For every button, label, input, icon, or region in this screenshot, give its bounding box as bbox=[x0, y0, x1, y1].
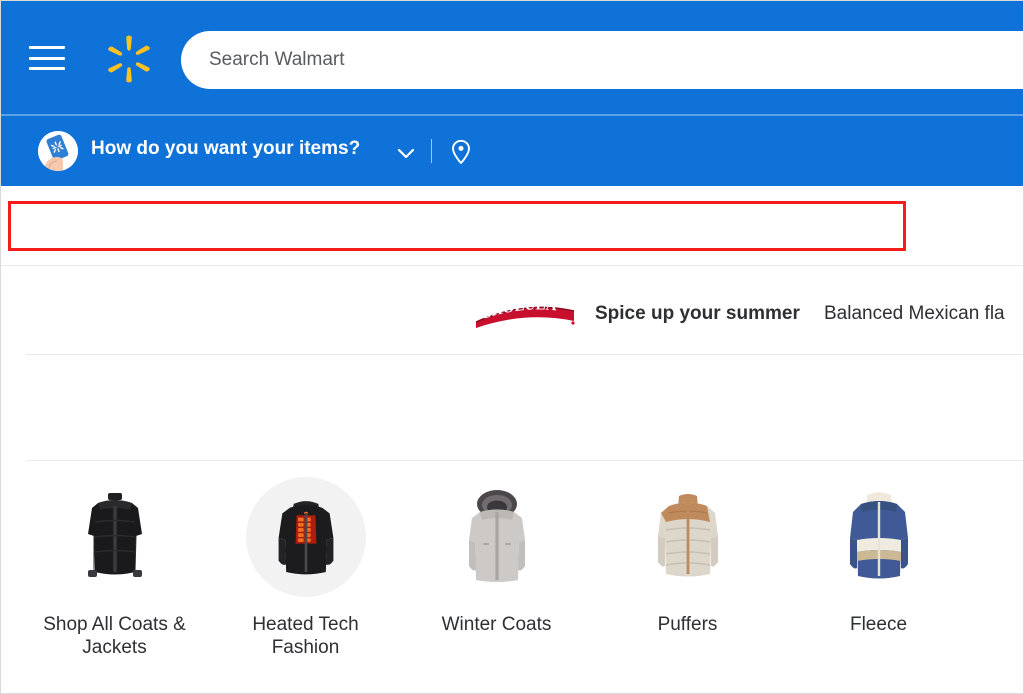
hamburger-bar bbox=[29, 67, 65, 70]
search-bar[interactable] bbox=[181, 31, 1024, 89]
chevron-down-icon[interactable] bbox=[394, 141, 418, 165]
header-pipe-divider bbox=[431, 139, 432, 163]
category-tile-heated-tech-fashion[interactable]: Heated Tech Fashion bbox=[210, 477, 401, 659]
fulfillment-label[interactable]: How do you want your items? bbox=[91, 138, 360, 160]
category-tile-label: Winter Coats bbox=[442, 613, 552, 636]
ad-headline: Spice up your summer bbox=[595, 303, 800, 325]
category-tile-label: Heated Tech Fashion bbox=[218, 613, 393, 659]
filter-bar: Brand In-store bbox=[1, 355, 1024, 461]
category-tile-winter-coats[interactable]: Winter Coats bbox=[401, 477, 592, 659]
hamburger-bar bbox=[29, 46, 65, 49]
category-tile-label: Puffers bbox=[658, 613, 718, 636]
search-input[interactable] bbox=[209, 31, 909, 89]
location-pin-icon[interactable] bbox=[449, 139, 473, 165]
category-tiles-row: Shop All Coats & Jackets bbox=[19, 477, 1024, 659]
site-header bbox=[1, 1, 1024, 114]
ad-subtext: Balanced Mexican fla bbox=[824, 303, 1005, 325]
category-tile-label: Fleece bbox=[850, 613, 907, 636]
walmart-spark-icon[interactable] bbox=[103, 33, 155, 85]
category-tile-shop-all-coats[interactable]: Shop All Coats & Jackets bbox=[19, 477, 210, 659]
tan-cream-puffer-jacket-image bbox=[628, 477, 748, 597]
category-tile-fleece[interactable]: Fleece bbox=[783, 477, 974, 659]
hamburger-menu-icon[interactable] bbox=[29, 43, 65, 73]
breadcrumb-zone: Clothing / Womens Clothing / Womens Coat… bbox=[1, 187, 1024, 265]
blue-cream-fleece-hoodie-image bbox=[819, 477, 939, 597]
category-tile-label: Shop All Coats & Jackets bbox=[27, 613, 202, 659]
category-tiles-zone: Shop All Coats & Jackets bbox=[1, 461, 1024, 694]
black-puffer-jacket-image bbox=[55, 477, 175, 597]
browser-page: How do you want your items? Clothing / W… bbox=[0, 0, 1024, 694]
svg-text:CHOLULA: CHOLULA bbox=[478, 297, 557, 323]
category-tile-puffers[interactable]: Puffers bbox=[592, 477, 783, 659]
heated-black-jacket-image bbox=[246, 477, 366, 597]
hamburger-bar bbox=[29, 57, 65, 60]
gray-fur-hood-parka-image bbox=[437, 477, 557, 597]
hand-holding-phone-icon bbox=[38, 131, 78, 171]
cholula-brand-logo: CHOLULA bbox=[474, 295, 576, 331]
